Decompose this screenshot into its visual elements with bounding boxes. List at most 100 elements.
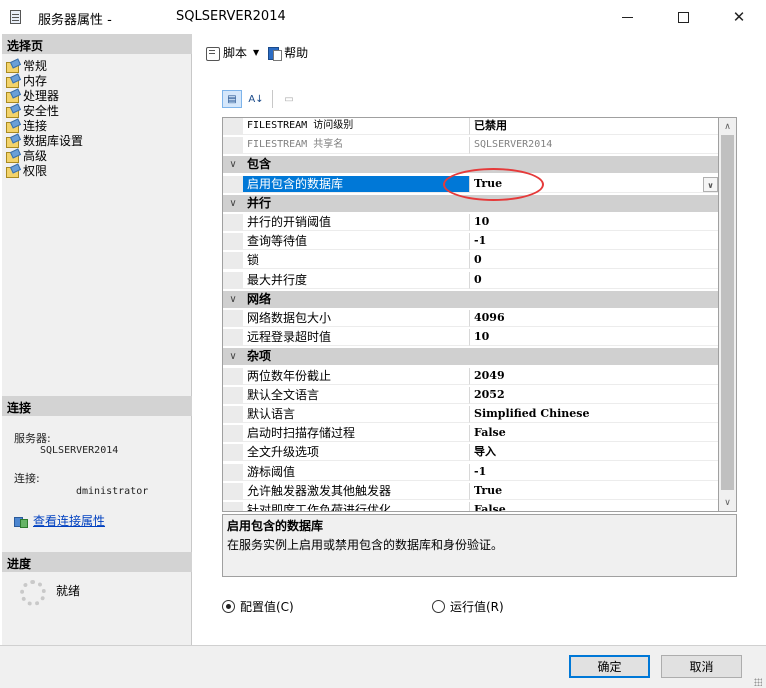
property-value[interactable]: -1 bbox=[470, 233, 718, 250]
property-row[interactable]: FILESTREAM 共享名 SQLSERVER2014 bbox=[223, 137, 718, 154]
value-dropdown-icon[interactable]: ∨ bbox=[703, 177, 718, 192]
window-title: 服务器属性 - bbox=[38, 13, 112, 28]
minimize-button[interactable] bbox=[604, 0, 650, 34]
property-row-margin bbox=[223, 368, 243, 385]
property-value[interactable]: Simplified Chinese bbox=[470, 406, 718, 423]
wrench-page-icon bbox=[6, 75, 20, 88]
property-name: 启用包含的数据库 bbox=[243, 176, 470, 193]
property-row[interactable]: FILESTREAM 访问级别 已禁用 bbox=[223, 118, 718, 135]
collapse-chevron-icon[interactable]: ∨ bbox=[223, 348, 243, 365]
wrench-page-icon bbox=[6, 120, 20, 133]
property-row-margin bbox=[223, 214, 243, 231]
property-row[interactable]: 查询等待值 -1 bbox=[223, 233, 718, 250]
property-row[interactable]: 默认语言 Simplified Chinese bbox=[223, 406, 718, 423]
nav-item-page[interactable]: 权限 bbox=[6, 163, 83, 178]
help-button[interactable]: 帮助 bbox=[284, 44, 308, 61]
select-page-header: 选择页 bbox=[2, 34, 192, 54]
cancel-button[interactable]: 取消 bbox=[661, 655, 742, 678]
scroll-down-icon[interactable]: ∨ bbox=[719, 494, 736, 511]
nav-item-page[interactable]: 处理器 bbox=[6, 88, 83, 103]
property-category-row[interactable]: ∨ 杂项 bbox=[223, 348, 718, 365]
nav-item-page[interactable]: 安全性 bbox=[6, 103, 83, 118]
property-value[interactable]: 4096 bbox=[470, 310, 718, 327]
property-value-text: 2052 bbox=[474, 388, 505, 401]
property-row[interactable]: 锁0 bbox=[223, 252, 718, 269]
property-value[interactable]: False bbox=[470, 502, 718, 511]
property-category-row[interactable]: ∨ 包含 bbox=[223, 156, 718, 173]
property-row[interactable]: 启用包含的数据库 True ∨ bbox=[223, 176, 718, 193]
view-connection-properties-link[interactable]: 查看连接属性 bbox=[14, 512, 105, 529]
property-row[interactable]: 允许触发器激发其他触发器 True bbox=[223, 483, 718, 500]
running-value-radio-circle[interactable] bbox=[432, 600, 445, 613]
property-name: 两位数年份截止 bbox=[243, 368, 470, 385]
close-button[interactable]: ✕ bbox=[716, 0, 762, 34]
configured-value-radio-circle[interactable] bbox=[222, 600, 235, 613]
property-row[interactable]: 两位数年份截止 2049 bbox=[223, 368, 718, 385]
collapse-chevron-icon[interactable]: ∨ bbox=[223, 195, 243, 212]
configured-value-radio[interactable]: 配置值(C) bbox=[222, 598, 294, 615]
collapse-chevron-icon[interactable]: ∨ bbox=[223, 156, 243, 173]
property-value[interactable]: 10 bbox=[470, 214, 718, 231]
property-row[interactable]: 针对即席工作负荷进行优化 False bbox=[223, 502, 718, 511]
property-value[interactable]: 已禁用 bbox=[470, 118, 718, 135]
property-row[interactable]: 最大并行度 0 bbox=[223, 272, 718, 289]
property-value[interactable]: True ∨ bbox=[470, 176, 718, 193]
nav-item-page[interactable]: 常规 bbox=[6, 58, 83, 73]
property-value-text: SQLSERVER2014 bbox=[474, 139, 553, 150]
script-button[interactable]: 脚本 bbox=[223, 44, 247, 61]
nav-item-page[interactable]: 内存 bbox=[6, 73, 83, 88]
property-row[interactable]: 远程登录超时值 10 bbox=[223, 329, 718, 346]
property-row[interactable]: 全文升级选项 导入 bbox=[223, 444, 718, 461]
property-value[interactable]: 10 bbox=[470, 329, 718, 346]
property-name: 启动时扫描存储过程 bbox=[243, 425, 470, 442]
property-row-margin bbox=[223, 387, 243, 404]
property-value-text: -1 bbox=[474, 465, 487, 478]
property-value[interactable]: 0 bbox=[470, 272, 718, 289]
property-row-margin bbox=[223, 406, 243, 423]
description-panel: 启用包含的数据库 在服务实例上启用或禁用包含的数据库和身份验证。 bbox=[222, 514, 737, 577]
property-value[interactable]: False bbox=[470, 425, 718, 442]
property-row-margin bbox=[223, 176, 243, 193]
property-name: 远程登录超时值 bbox=[243, 329, 470, 346]
maximize-button[interactable] bbox=[660, 0, 706, 34]
property-row[interactable]: 网络数据包大小 4096 bbox=[223, 310, 718, 327]
property-value[interactable]: SQLSERVER2014 bbox=[470, 137, 718, 154]
property-value[interactable]: 2052 bbox=[470, 387, 718, 404]
scroll-thumb[interactable] bbox=[721, 135, 734, 490]
property-value[interactable]: 0 bbox=[470, 252, 718, 269]
property-value[interactable]: True bbox=[470, 483, 718, 500]
property-row[interactable]: 启动时扫描存储过程 False bbox=[223, 425, 718, 442]
property-value[interactable]: -1 bbox=[470, 464, 718, 481]
minimize-icon bbox=[621, 16, 633, 18]
property-grid-scrollbar[interactable]: ∧ ∨ bbox=[719, 117, 737, 512]
categorized-view-icon[interactable]: ▤ bbox=[222, 90, 242, 108]
property-value-text: 2049 bbox=[474, 369, 505, 382]
property-value-text: 0 bbox=[474, 253, 482, 266]
collapse-chevron-icon[interactable]: ∨ bbox=[223, 291, 243, 308]
property-pages-icon: ▭ bbox=[284, 93, 294, 105]
nav-item-page[interactable]: 连接 bbox=[6, 118, 83, 133]
property-category-row[interactable]: ∨ 网络 bbox=[223, 291, 718, 308]
property-value[interactable]: 导入 bbox=[470, 444, 718, 461]
property-row[interactable]: 默认全文语言 2052 bbox=[223, 387, 718, 404]
script-dropdown-icon[interactable]: ▼ bbox=[253, 48, 259, 57]
maximize-icon bbox=[677, 11, 689, 23]
property-name: 网络数据包大小 bbox=[243, 310, 470, 327]
nav-item-page[interactable]: 高级 bbox=[6, 148, 83, 163]
property-value[interactable]: 2049 bbox=[470, 368, 718, 385]
nav-item-page[interactable]: 数据库设置 bbox=[6, 133, 83, 148]
title-bar: 服务器属性 - SQLSERVER2014 ✕ bbox=[0, 0, 766, 34]
property-row[interactable]: 并行的开销阈值 10 bbox=[223, 214, 718, 231]
connection-label: 连接: bbox=[14, 472, 40, 485]
running-value-radio[interactable]: 运行值(R) bbox=[432, 598, 504, 615]
scroll-up-icon[interactable]: ∧ bbox=[719, 118, 736, 135]
left-pane: 选择页 常规 内存 处理器 安全性 连接 数据库设置 高级 权限 连接 服务器: SQLSER… bbox=[2, 34, 192, 645]
property-row[interactable]: 游标阈值 -1 bbox=[223, 464, 718, 481]
ok-button[interactable]: 确定 bbox=[569, 655, 650, 678]
resize-grip-icon[interactable] bbox=[754, 678, 762, 686]
property-value-text: True bbox=[474, 177, 503, 190]
alphabetical-sort-icon[interactable]: A↓ bbox=[246, 90, 266, 108]
property-row-margin bbox=[223, 464, 243, 481]
window-title-server: SQLSERVER2014 bbox=[176, 9, 286, 24]
property-category-row[interactable]: ∨ 并行 bbox=[223, 195, 718, 212]
